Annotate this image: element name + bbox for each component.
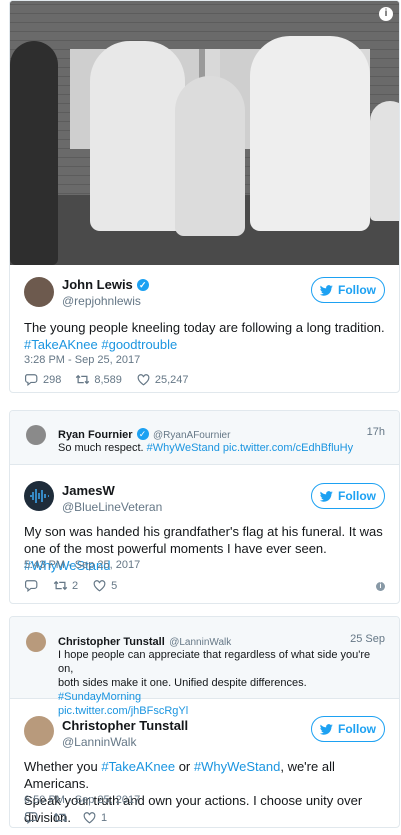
reply-action[interactable]: [24, 579, 39, 592]
author-handle[interactable]: @LanninWalk: [62, 735, 136, 749]
retweet-action[interactable]: [53, 811, 68, 824]
follow-button[interactable]: Follow: [311, 716, 385, 742]
pic-link[interactable]: pic.twitter.com/jhBFscRgYl: [58, 705, 188, 717]
tweet-embed-christopher-tunstall: Christopher Tunstall @LanninWalk 25 Sep …: [9, 616, 400, 828]
retweet-action[interactable]: 2: [53, 579, 78, 592]
quoted-time[interactable]: 25 Sep: [350, 633, 385, 645]
author-handle[interactable]: @repjohnlewis: [62, 294, 141, 308]
quoted-time[interactable]: 17h: [367, 426, 385, 438]
quoted-author-name: Ryan Fournier: [58, 429, 133, 441]
avatar[interactable]: [24, 277, 54, 307]
hashtag-link[interactable]: #goodtrouble: [101, 337, 177, 352]
like-action[interactable]: 1: [82, 811, 107, 824]
hashtag-link[interactable]: #TakeAKnee: [101, 759, 175, 774]
quoted-author-handle: @RyanAFournier: [153, 430, 231, 441]
verified-icon: ✓: [136, 279, 149, 291]
photo-figure: [250, 36, 370, 231]
audio-wave-icon: [30, 489, 49, 503]
follow-button[interactable]: Follow: [311, 277, 385, 303]
tweet-actions: 1: [24, 811, 107, 824]
retweet-action[interactable]: 8,589: [75, 373, 122, 386]
hashtag-link[interactable]: #WhyWeStand: [147, 442, 220, 454]
follow-button[interactable]: Follow: [311, 483, 385, 509]
verified-icon: ✓: [136, 428, 149, 440]
twitter-bird-icon: [320, 284, 333, 296]
quoted-author-name: Christopher Tunstall: [58, 636, 165, 648]
photo-figure: [10, 41, 58, 265]
hashtag-link[interactable]: #WhyWeStand: [194, 759, 280, 774]
follow-label: Follow: [338, 722, 376, 736]
heart-icon: [93, 580, 106, 592]
hashtag-link[interactable]: #SundayMorning: [58, 691, 141, 703]
reply-icon: [24, 374, 38, 386]
twitter-bird-icon: [320, 490, 333, 502]
quoted-author-handle: @LanninWalk: [169, 637, 232, 648]
author-handle[interactable]: @BlueLineVeteran: [62, 500, 162, 514]
tweet-text: The young people kneeling today are foll…: [24, 320, 385, 352]
timestamp[interactable]: 6:50 PM - Sep 25, 2017: [24, 794, 140, 806]
timestamp[interactable]: 5:43 PM - Sep 25, 2017: [24, 559, 140, 571]
reply-icon: [24, 812, 38, 824]
retweet-icon: [53, 580, 68, 591]
quoted-tweet[interactable]: Christopher Tunstall @LanninWalk 25 Sep …: [10, 617, 399, 717]
twitter-bird-icon: [320, 723, 333, 735]
author-name[interactable]: John Lewis ✓: [62, 277, 149, 292]
like-action[interactable]: 5: [92, 579, 117, 592]
author-name[interactable]: JamesW: [62, 483, 115, 498]
avatar: [26, 632, 46, 652]
follow-label: Follow: [338, 489, 376, 503]
info-icon[interactable]: i: [379, 7, 393, 21]
follow-label: Follow: [338, 283, 376, 297]
quoted-tweet[interactable]: Ryan Fournier ✓ @RyanAFournier 17h So muc…: [10, 411, 399, 465]
retweet-icon: [76, 374, 90, 385]
heart-icon: [137, 374, 150, 386]
author-name[interactable]: Christopher Tunstall: [62, 718, 188, 733]
photo-figure: [175, 76, 245, 236]
like-action[interactable]: 25,247: [136, 373, 189, 386]
tweet-photo[interactable]: i: [10, 1, 399, 265]
reply-icon: [24, 580, 38, 592]
avatar: [26, 425, 46, 445]
avatar[interactable]: [24, 481, 54, 511]
tweet-actions: 2 5: [24, 579, 117, 592]
quoted-text: So much respect. #WhyWeStand pic.twitter…: [58, 442, 354, 454]
tweet-embed-jamesw: Ryan Fournier ✓ @RyanAFournier 17h So muc…: [9, 410, 400, 604]
tweet-actions: 298 8,589 25,247: [24, 373, 189, 386]
reply-action[interactable]: 298: [24, 373, 61, 386]
timestamp[interactable]: 3:28 PM - Sep 25, 2017: [24, 354, 140, 366]
hashtag-link[interactable]: #TakeAKnee: [24, 337, 98, 352]
retweet-icon: [53, 812, 68, 823]
info-icon[interactable]: i: [376, 582, 385, 591]
reply-action[interactable]: [24, 811, 39, 824]
heart-icon: [83, 812, 96, 824]
quoted-text: I hope people can appreciate that regard…: [58, 649, 371, 717]
tweet-embed-john-lewis: i John Lewis ✓ @repjohnlewis Follow The y…: [9, 0, 400, 393]
pic-link[interactable]: pic.twitter.com/cEdhBfluHy: [223, 442, 353, 454]
avatar[interactable]: [24, 716, 54, 746]
photo-figure: [370, 101, 399, 221]
photo-figure: [90, 41, 185, 231]
